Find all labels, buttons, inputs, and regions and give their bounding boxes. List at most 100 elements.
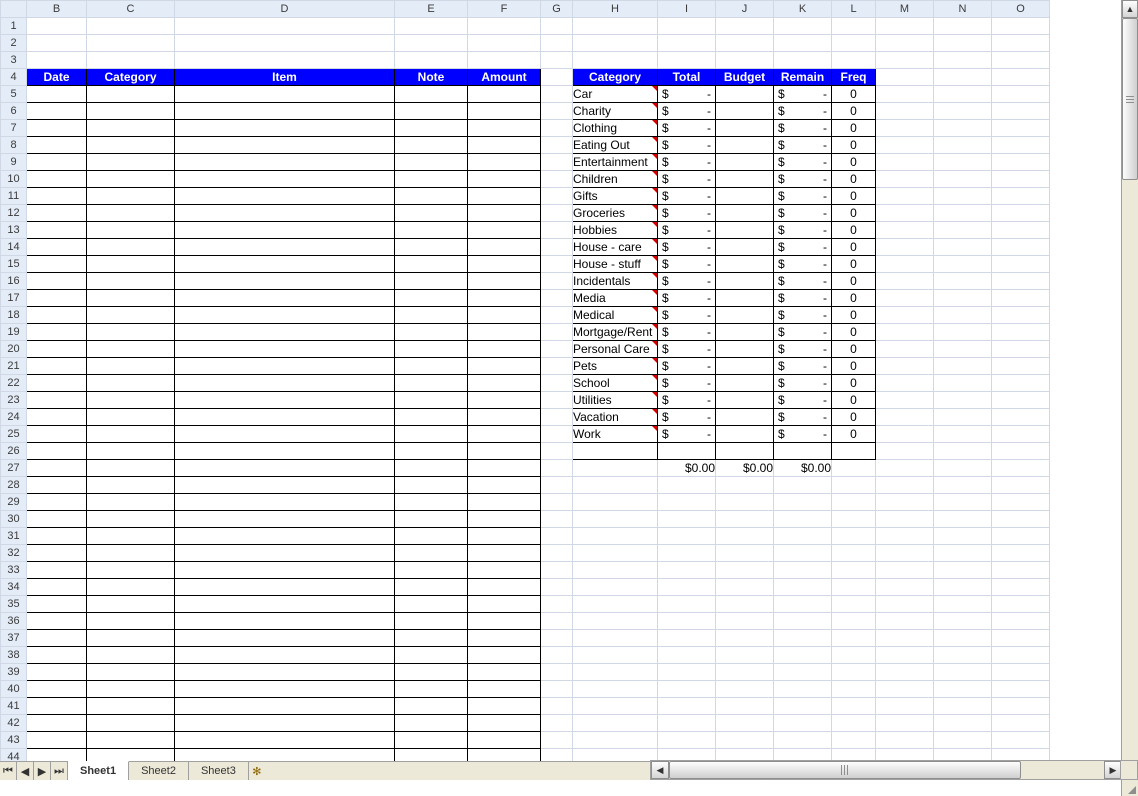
cell-I16[interactable]: $- <box>658 273 716 290</box>
cell-O5[interactable] <box>992 86 1050 103</box>
cell-B39[interactable] <box>27 664 87 681</box>
cell-H6[interactable]: Charity <box>573 103 658 120</box>
cell-G15[interactable] <box>541 256 573 273</box>
cell-O30[interactable] <box>992 511 1050 528</box>
cell-M32[interactable] <box>876 545 934 562</box>
cell-D41[interactable] <box>175 698 395 715</box>
cell-L20[interactable]: 0 <box>832 341 876 358</box>
cell-O43[interactable] <box>992 732 1050 749</box>
row-header-43[interactable]: 43 <box>1 732 27 749</box>
cell-I20[interactable]: $- <box>658 341 716 358</box>
cell-I33[interactable] <box>658 562 716 579</box>
cell-E16[interactable] <box>395 273 468 290</box>
cell-F17[interactable] <box>468 290 541 307</box>
cell-M11[interactable] <box>876 188 934 205</box>
cell-M36[interactable] <box>876 613 934 630</box>
cell-N40[interactable] <box>934 681 992 698</box>
cell-O39[interactable] <box>992 664 1050 681</box>
cell-O34[interactable] <box>992 579 1050 596</box>
cell-G41[interactable] <box>541 698 573 715</box>
sheet-tab-sheet2[interactable]: Sheet2 <box>129 762 189 780</box>
cell-I27[interactable]: $0.00 <box>658 460 716 477</box>
cell-I4[interactable]: Total <box>658 69 716 86</box>
cell-B17[interactable] <box>27 290 87 307</box>
cell-B7[interactable] <box>27 120 87 137</box>
cell-E34[interactable] <box>395 579 468 596</box>
cell-D12[interactable] <box>175 205 395 222</box>
cell-F1[interactable] <box>468 18 541 35</box>
cell-J40[interactable] <box>716 681 774 698</box>
cell-G40[interactable] <box>541 681 573 698</box>
cell-G38[interactable] <box>541 647 573 664</box>
cell-L22[interactable]: 0 <box>832 375 876 392</box>
cell-J17[interactable] <box>716 290 774 307</box>
cell-K27[interactable]: $0.00 <box>774 460 832 477</box>
cell-E4[interactable]: Note <box>395 69 468 86</box>
column-header-M[interactable]: M <box>876 1 934 18</box>
cell-K25[interactable]: $- <box>774 426 832 443</box>
cell-I32[interactable] <box>658 545 716 562</box>
cell-H42[interactable] <box>573 715 658 732</box>
cell-E29[interactable] <box>395 494 468 511</box>
row-header-14[interactable]: 14 <box>1 239 27 256</box>
cell-O20[interactable] <box>992 341 1050 358</box>
cell-O23[interactable] <box>992 392 1050 409</box>
cell-L9[interactable]: 0 <box>832 154 876 171</box>
cell-L37[interactable] <box>832 630 876 647</box>
cell-D37[interactable] <box>175 630 395 647</box>
cell-O31[interactable] <box>992 528 1050 545</box>
cell-F38[interactable] <box>468 647 541 664</box>
cell-B20[interactable] <box>27 341 87 358</box>
row-header-12[interactable]: 12 <box>1 205 27 222</box>
cell-C23[interactable] <box>87 392 175 409</box>
cell-I10[interactable]: $- <box>658 171 716 188</box>
cell-K39[interactable] <box>774 664 832 681</box>
cell-K31[interactable] <box>774 528 832 545</box>
cell-L24[interactable]: 0 <box>832 409 876 426</box>
cell-I9[interactable]: $- <box>658 154 716 171</box>
cell-E17[interactable] <box>395 290 468 307</box>
cell-C35[interactable] <box>87 596 175 613</box>
cell-M23[interactable] <box>876 392 934 409</box>
cell-C44[interactable] <box>87 749 175 763</box>
cell-C2[interactable] <box>87 35 175 52</box>
cell-D30[interactable] <box>175 511 395 528</box>
cell-I37[interactable] <box>658 630 716 647</box>
cell-H5[interactable]: Car <box>573 86 658 103</box>
cell-D25[interactable] <box>175 426 395 443</box>
cell-K8[interactable]: $- <box>774 137 832 154</box>
cell-F4[interactable]: Amount <box>468 69 541 86</box>
cell-O18[interactable] <box>992 307 1050 324</box>
cell-F26[interactable] <box>468 443 541 460</box>
cell-F25[interactable] <box>468 426 541 443</box>
cell-C36[interactable] <box>87 613 175 630</box>
cell-N15[interactable] <box>934 256 992 273</box>
cell-D24[interactable] <box>175 409 395 426</box>
cell-B1[interactable] <box>27 18 87 35</box>
cell-I2[interactable] <box>658 35 716 52</box>
cell-K29[interactable] <box>774 494 832 511</box>
cell-M8[interactable] <box>876 137 934 154</box>
cell-H35[interactable] <box>573 596 658 613</box>
cell-J3[interactable] <box>716 52 774 69</box>
cell-O19[interactable] <box>992 324 1050 341</box>
cell-J7[interactable] <box>716 120 774 137</box>
cell-H28[interactable] <box>573 477 658 494</box>
cell-H29[interactable] <box>573 494 658 511</box>
cell-E37[interactable] <box>395 630 468 647</box>
cell-D2[interactable] <box>175 35 395 52</box>
cell-K18[interactable]: $- <box>774 307 832 324</box>
cell-G29[interactable] <box>541 494 573 511</box>
cell-M15[interactable] <box>876 256 934 273</box>
cell-H8[interactable]: Eating Out <box>573 137 658 154</box>
cell-G13[interactable] <box>541 222 573 239</box>
row-header-27[interactable]: 27 <box>1 460 27 477</box>
cell-K22[interactable]: $- <box>774 375 832 392</box>
cell-E2[interactable] <box>395 35 468 52</box>
cell-D31[interactable] <box>175 528 395 545</box>
cell-B14[interactable] <box>27 239 87 256</box>
cell-N39[interactable] <box>934 664 992 681</box>
cell-O27[interactable] <box>992 460 1050 477</box>
cell-O29[interactable] <box>992 494 1050 511</box>
cell-G3[interactable] <box>541 52 573 69</box>
